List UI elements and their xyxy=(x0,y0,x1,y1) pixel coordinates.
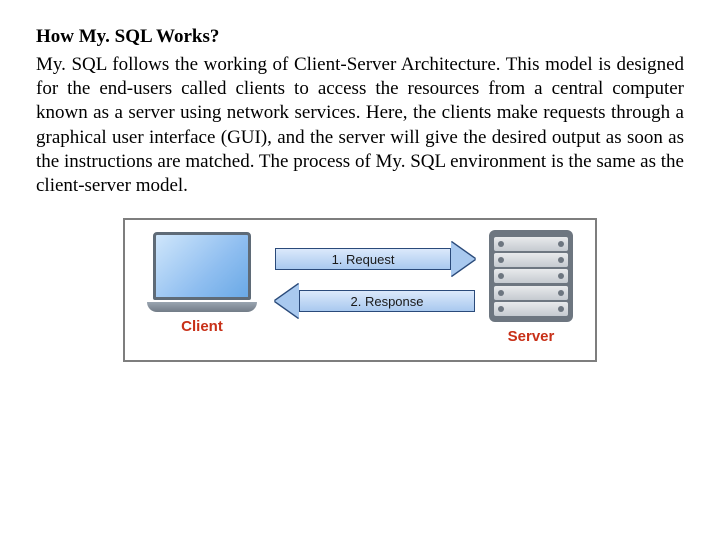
server-unit-icon xyxy=(494,302,568,316)
page: How My. SQL Works? My. SQL follows the w… xyxy=(0,0,720,362)
laptop-base-icon xyxy=(147,302,257,312)
section-heading: How My. SQL Works? xyxy=(36,24,684,51)
arrow-right-icon xyxy=(451,242,475,276)
client-server-diagram: Client 1. Request 2. Response xyxy=(123,218,597,362)
response-arrow: 2. Response xyxy=(275,284,475,318)
server-unit-icon xyxy=(494,253,568,267)
client-label: Client xyxy=(147,318,257,335)
server-label: Server xyxy=(489,328,573,345)
server-unit-icon xyxy=(494,269,568,283)
request-arrow-label: 1. Request xyxy=(275,248,451,270)
request-arrow: 1. Request xyxy=(275,242,475,276)
server-unit-icon xyxy=(494,286,568,300)
laptop-icon xyxy=(153,232,251,300)
server-rack-icon xyxy=(489,230,573,322)
diagram-container: Client 1. Request 2. Response xyxy=(36,218,684,362)
server-node: Server xyxy=(489,230,573,345)
client-node: Client xyxy=(147,232,257,335)
server-unit-icon xyxy=(494,237,568,251)
body-paragraph: My. SQL follows the working of Client-Se… xyxy=(36,53,684,199)
arrow-left-icon xyxy=(275,284,299,318)
response-arrow-label: 2. Response xyxy=(299,290,475,312)
